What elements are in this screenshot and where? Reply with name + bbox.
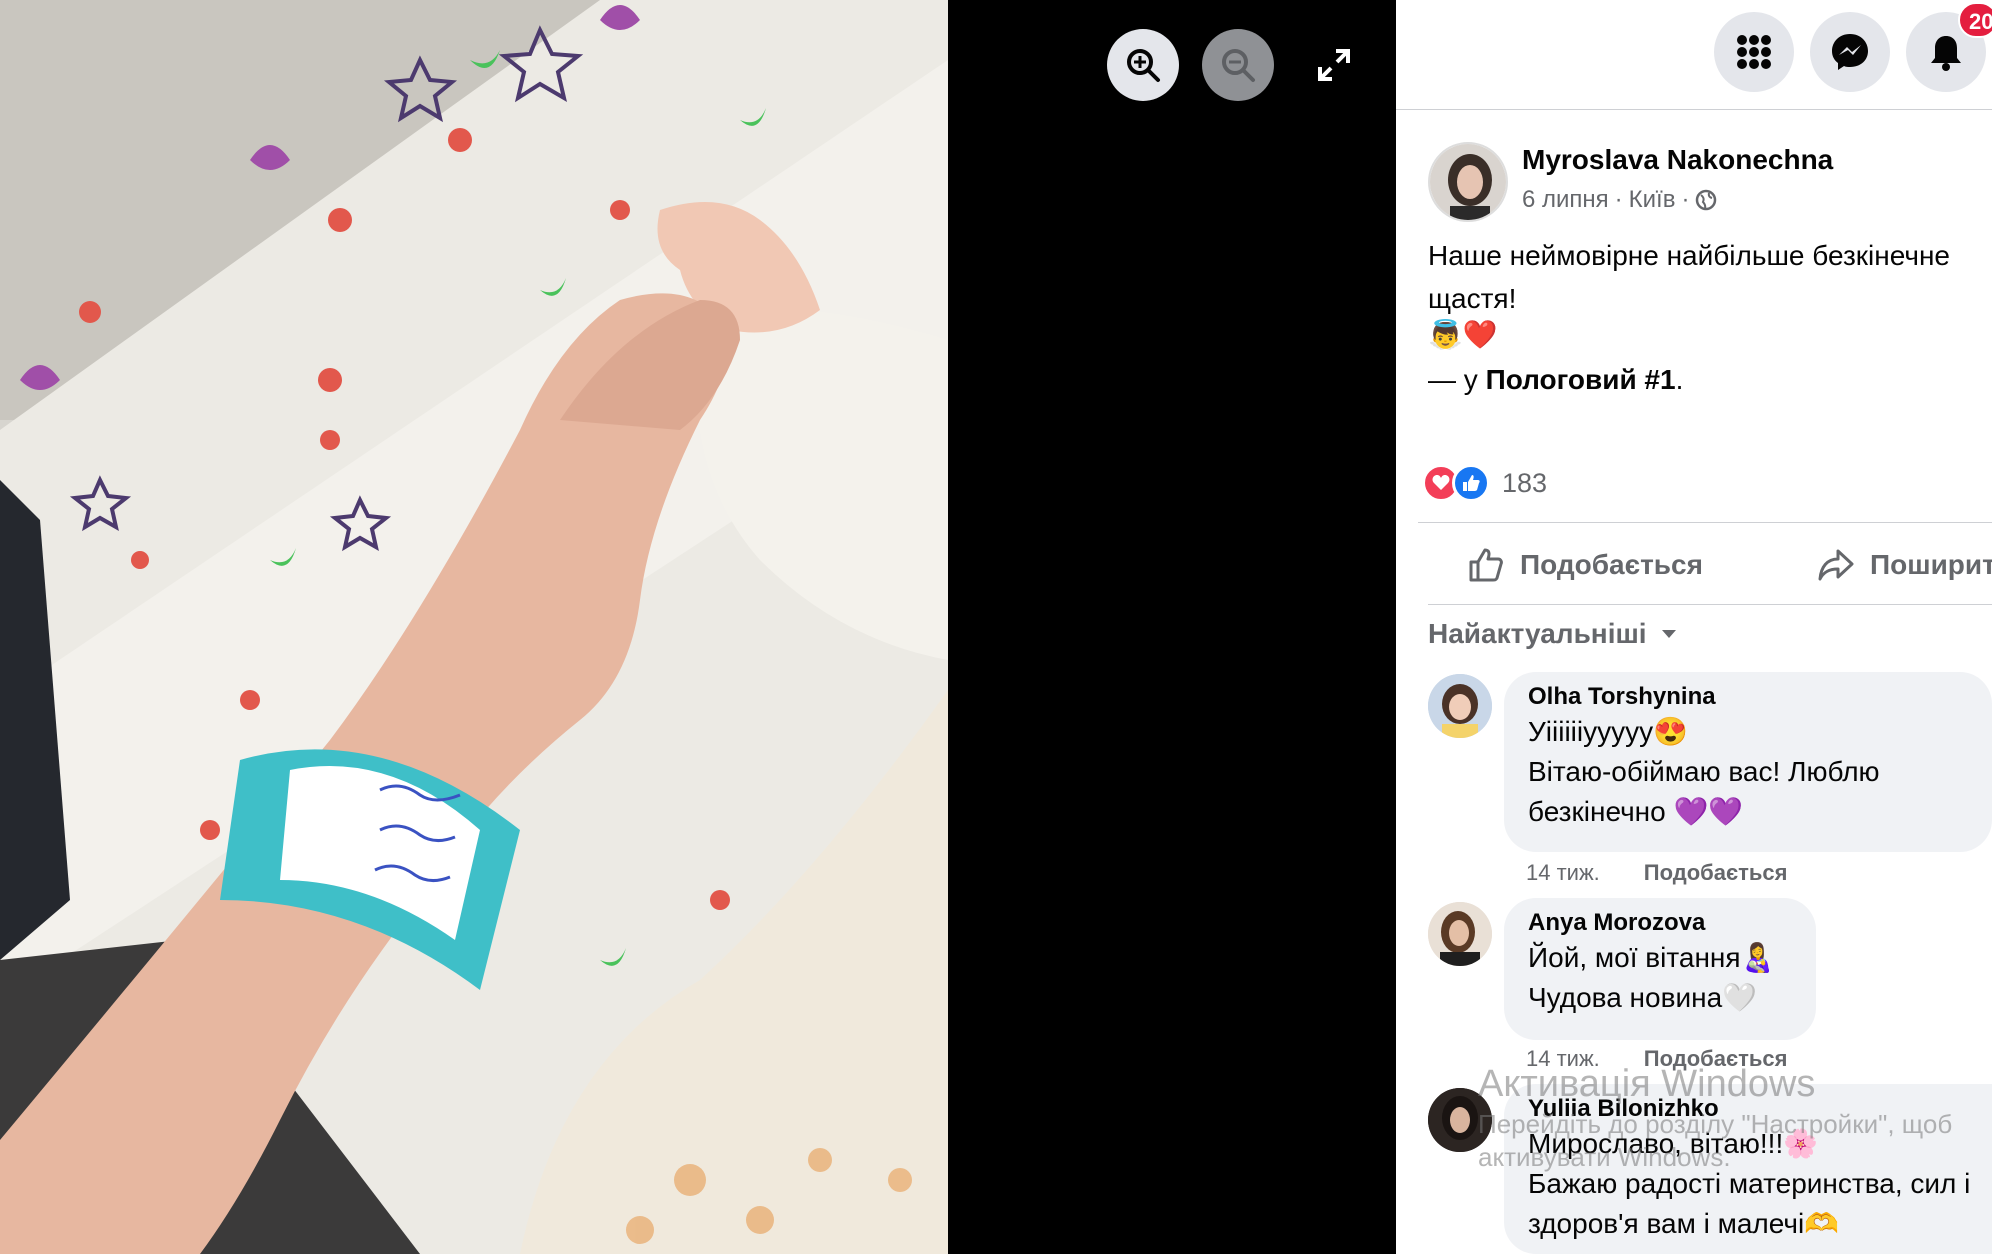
zoom-in-button[interactable] <box>1107 29 1179 101</box>
zoom-in-icon <box>1127 49 1160 82</box>
caret-down-icon <box>1661 630 1676 638</box>
photo-illustration <box>0 0 948 1254</box>
top-bar: 20 <box>1396 0 1992 110</box>
comment-text-line: Йой, мої вітання👩‍🍼 <box>1528 942 1776 973</box>
meta-separator: · <box>1614 186 1623 213</box>
comment-like-link[interactable]: Подобається <box>1644 860 1788 886</box>
grid-menu-icon <box>1737 35 1771 69</box>
post-emoji: 👼❤️ <box>1428 319 1498 350</box>
commenter-avatar[interactable] <box>1428 1088 1492 1152</box>
commenter-avatar[interactable] <box>1428 674 1492 738</box>
comment-text-line: Бажаю радості материнства, сил і <box>1528 1168 1971 1199</box>
like-button[interactable]: Подобається <box>1466 530 1703 600</box>
comment-bubble: Olha Torshynina Уііііііууууу😍 Вітаю-обій… <box>1504 672 1992 852</box>
comment-text-line: Вітаю-обіймаю вас! Люблю <box>1528 756 1880 787</box>
notification-badge: 20 <box>1958 2 1992 38</box>
post-text: Наше неймовірне найбільше безкінечне щас… <box>1428 240 1950 314</box>
share-button[interactable]: Поширити <box>1816 530 1992 600</box>
sort-label: Найактуальніші <box>1428 618 1647 649</box>
commenter-name[interactable]: Anya Morozova <box>1528 908 1792 938</box>
messenger-icon <box>1832 34 1868 70</box>
author-photo <box>1430 144 1506 220</box>
bell-icon <box>1931 36 1961 71</box>
share-label: Поширити <box>1870 549 1992 580</box>
post-meta: 6 липня · Київ · <box>1522 186 1717 214</box>
commenter-name[interactable]: Yuliia Bilonizhko <box>1528 1094 1992 1124</box>
meta-separator: · <box>1681 186 1690 213</box>
divider <box>1418 522 1992 523</box>
comment-footer: 14 тиж. Подобається <box>1526 1046 1788 1072</box>
post-location: — у Пологовий #1. <box>1428 364 1683 396</box>
comment-bubble: Anya Morozova Йой, мої вітання👩‍🍼 Чудова… <box>1504 898 1816 1040</box>
post-actions: Подобається Поширити <box>1396 530 1992 600</box>
divider <box>1428 604 1992 605</box>
comment-time[interactable]: 14 тиж. <box>1526 1046 1600 1072</box>
author-name[interactable]: Myroslava Nakonechna <box>1522 144 1833 176</box>
share-icon <box>1818 549 1854 581</box>
like-label: Подобається <box>1520 549 1703 580</box>
comment-sort-dropdown[interactable]: Найактуальніші <box>1428 618 1679 650</box>
globe-icon <box>1696 189 1717 211</box>
reaction-count: 183 <box>1502 467 1548 498</box>
commenter-avatar[interactable] <box>1428 902 1492 966</box>
post-photo[interactable] <box>0 0 948 1254</box>
author-avatar[interactable] <box>1428 142 1508 222</box>
thumbs-up-icon <box>1469 548 1503 582</box>
location-link[interactable]: Пологовий #1 <box>1486 364 1676 395</box>
like-reaction-icon <box>1452 464 1490 502</box>
comment-bubble: Yuliia Bilonizhko Мирославо, вітаю!!!🌸 Б… <box>1504 1084 1992 1254</box>
location-suffix: . <box>1675 364 1684 395</box>
comment-footer: 14 тиж. Подобається <box>1526 860 1788 886</box>
fullscreen-button[interactable] <box>1298 29 1370 101</box>
menu-button[interactable] <box>1714 12 1794 92</box>
comment-text-line: Чудова новина🤍 <box>1528 982 1758 1013</box>
commenter-name[interactable]: Olha Torshynina <box>1528 682 1968 712</box>
comment-text-line: безкінечно 💜💜 <box>1528 796 1744 827</box>
post-panel: 20 Myroslava Nakonechna 6 липня · Київ ·… <box>1396 0 1992 1254</box>
comment-time[interactable]: 14 тиж. <box>1526 860 1600 886</box>
comment-text-line: Мирославо, вітаю!!!🌸 <box>1528 1128 1819 1159</box>
messenger-button[interactable] <box>1810 12 1890 92</box>
photo-viewer <box>0 0 1396 1254</box>
zoom-out-icon <box>1222 49 1255 82</box>
comment-text-line: Уііііііууууу😍 <box>1528 716 1688 747</box>
comment-like-link[interactable]: Подобається <box>1644 1046 1788 1072</box>
reaction-summary[interactable]: 183 <box>1422 464 1547 502</box>
fullscreen-icon <box>1318 49 1350 81</box>
post-city[interactable]: Київ <box>1629 186 1676 214</box>
location-prefix: — у <box>1428 364 1486 395</box>
post-date[interactable]: 6 липня <box>1522 186 1609 214</box>
zoom-out-button[interactable] <box>1202 29 1274 101</box>
comment-text-line: здоров'я вам і малечі🫶 <box>1528 1208 1840 1239</box>
